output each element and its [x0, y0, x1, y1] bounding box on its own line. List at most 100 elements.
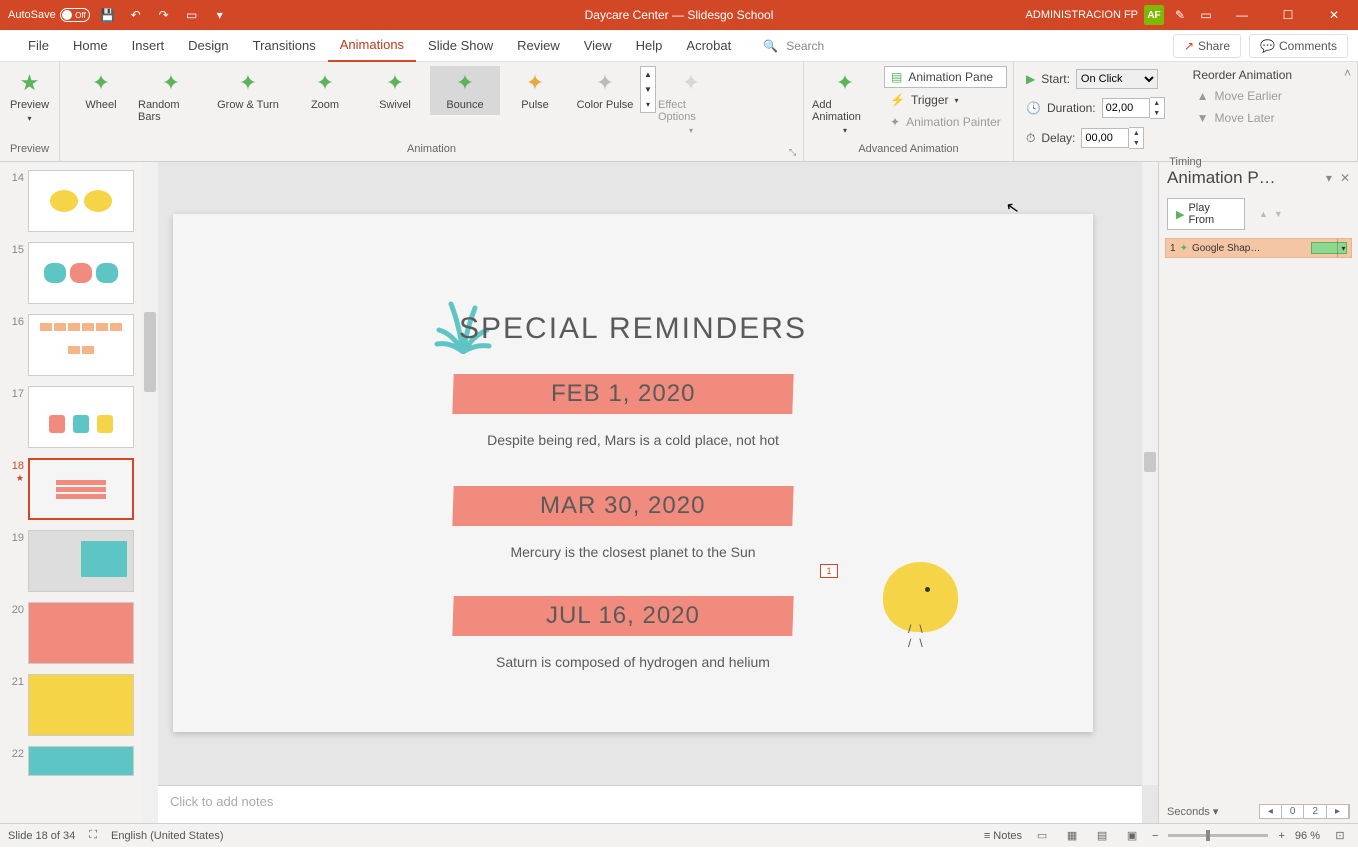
thumb-21[interactable]	[28, 674, 134, 736]
timeline-scale[interactable]: ◂02▸	[1259, 804, 1350, 819]
anim-color-pulse[interactable]: ✦Color Pulse	[570, 66, 640, 115]
thumb-14[interactable]	[28, 170, 134, 232]
thumb-22[interactable]	[28, 746, 134, 776]
thumb-20[interactable]	[28, 602, 134, 664]
thumb-scrollbar[interactable]	[142, 162, 158, 823]
maximize-icon[interactable]: ☐	[1268, 0, 1308, 30]
anim-grow-turn[interactable]: ✦Grow & Turn	[206, 66, 290, 115]
tab-insert[interactable]: Insert	[120, 30, 177, 62]
anim-swivel[interactable]: ✦Swivel	[360, 66, 430, 115]
effect-options-button[interactable]: ✦Effect Options▾	[656, 66, 726, 139]
move-earlier-button[interactable]: ▲Move Earlier	[1191, 86, 1294, 106]
anim-bounce[interactable]: ✦Bounce	[430, 66, 500, 115]
more-icon[interactable]: ▾	[641, 97, 655, 112]
display-options-icon[interactable]: ▭	[1196, 5, 1216, 25]
desc-2[interactable]: Mercury is the closest planet to the Sun	[173, 544, 1093, 560]
collapse-ribbon-icon[interactable]: ˄	[1344, 66, 1351, 80]
tab-review[interactable]: Review	[505, 30, 572, 62]
tab-view[interactable]: View	[572, 30, 624, 62]
delay-input[interactable]	[1081, 128, 1129, 148]
search-box[interactable]: 🔍 Search	[763, 39, 824, 53]
up-icon[interactable]: ▲	[641, 67, 655, 82]
seconds-label[interactable]: Seconds ▾	[1167, 805, 1218, 818]
editor-scrollbar[interactable]	[1142, 162, 1158, 785]
normal-view-icon[interactable]: ▭	[1032, 827, 1052, 845]
trigger-button[interactable]: ⚡Trigger▾	[884, 90, 1007, 110]
tab-home[interactable]: Home	[61, 30, 120, 62]
play-from-button[interactable]: ▶Play From	[1167, 198, 1245, 230]
animation-item[interactable]: 1 ✦ Google Shape… ▾	[1165, 238, 1352, 258]
slideshow-view-icon[interactable]: ▣	[1122, 827, 1142, 845]
zoom-level[interactable]: 96 %	[1295, 830, 1320, 842]
simplify-ribbon-icon[interactable]: ✎	[1170, 5, 1190, 25]
accessibility-icon[interactable]: ⛶	[89, 829, 97, 842]
spin-down-icon[interactable]: ▼	[1150, 108, 1164, 118]
tab-transitions[interactable]: Transitions	[241, 30, 328, 62]
duration-input[interactable]	[1102, 98, 1150, 118]
fit-window-icon[interactable]: ⊡	[1330, 827, 1350, 845]
slide-canvas[interactable]: SPECIAL REMINDERS FEB 1, 2020 Despite be…	[173, 214, 1093, 732]
zoom-slider[interactable]	[1168, 834, 1268, 837]
slide-counter[interactable]: Slide 18 of 34	[8, 830, 75, 842]
down-icon[interactable]: ▼	[641, 82, 655, 97]
user-avatar[interactable]: AF	[1144, 5, 1164, 25]
desc-1[interactable]: Despite being red, Mars is a cold place,…	[173, 432, 1093, 448]
anim-random-bars[interactable]: ✦Random Bars	[136, 66, 206, 127]
date-bar-3[interactable]: JUL 16, 2020	[452, 596, 793, 636]
preview-button[interactable]: ★Preview▾	[6, 66, 53, 127]
chick-shape[interactable]: /\ /\	[883, 562, 958, 632]
item-dropdown-icon[interactable]: ▾	[1337, 239, 1349, 257]
slide-editor[interactable]: SPECIAL REMINDERS FEB 1, 2020 Despite be…	[158, 162, 1158, 823]
slide-title[interactable]: SPECIAL REMINDERS	[173, 312, 1093, 346]
tab-design[interactable]: Design	[176, 30, 240, 62]
gallery-scroll[interactable]: ▲▼▾	[640, 66, 656, 113]
thumb-19[interactable]	[28, 530, 134, 592]
sorter-view-icon[interactable]: ▦	[1062, 827, 1082, 845]
language-button[interactable]: English (United States)	[111, 830, 224, 842]
dialog-launcher-icon[interactable]: ⤡	[789, 147, 801, 159]
anim-zoom[interactable]: ✦Zoom	[290, 66, 360, 115]
save-icon[interactable]: 💾	[98, 5, 118, 25]
move-down-icon[interactable]: ▼	[1274, 209, 1283, 219]
anim-pulse[interactable]: ✦Pulse	[500, 66, 570, 115]
move-later-button[interactable]: ▼Move Later	[1191, 108, 1294, 128]
present-icon[interactable]: ▭	[182, 5, 202, 25]
animation-painter-button[interactable]: ✦Animation Painter	[884, 112, 1007, 132]
animation-tag[interactable]: 1	[820, 564, 838, 578]
spin-up-icon[interactable]: ▲	[1129, 128, 1143, 138]
tab-help[interactable]: Help	[624, 30, 675, 62]
notes-input[interactable]: Click to add notes	[158, 785, 1142, 823]
animation-pane-button[interactable]: ▤Animation Pane	[884, 66, 1007, 88]
minimize-icon[interactable]: —	[1222, 0, 1262, 30]
spin-up-icon[interactable]: ▲	[1150, 98, 1164, 108]
thumb-15[interactable]	[28, 242, 134, 304]
date-bar-1[interactable]: FEB 1, 2020	[452, 374, 793, 414]
share-button[interactable]: ↗Share	[1173, 34, 1241, 58]
thumb-16[interactable]	[28, 314, 134, 376]
desc-3[interactable]: Saturn is composed of hydrogen and heliu…	[173, 654, 1093, 670]
reading-view-icon[interactable]: ▤	[1092, 827, 1112, 845]
zoom-out-icon[interactable]: −	[1152, 830, 1158, 842]
tab-file[interactable]: File	[16, 30, 61, 62]
slide-thumbnails[interactable]: 14 15 16 17 18★ 19 20 21 22	[0, 162, 158, 823]
undo-icon[interactable]: ↶	[126, 5, 146, 25]
tab-animations[interactable]: Animations	[328, 30, 416, 62]
move-up-icon[interactable]: ▲	[1259, 209, 1268, 219]
redo-icon[interactable]: ↷	[154, 5, 174, 25]
thumb-18[interactable]	[28, 458, 134, 520]
zoom-in-icon[interactable]: +	[1278, 830, 1284, 842]
qat-more-icon[interactable]: ▾	[210, 5, 230, 25]
tab-acrobat[interactable]: Acrobat	[674, 30, 743, 62]
start-select[interactable]: On Click	[1076, 69, 1158, 89]
spin-down-icon[interactable]: ▼	[1129, 138, 1143, 148]
comments-button[interactable]: 💬Comments	[1249, 34, 1348, 58]
thumb-17[interactable]	[28, 386, 134, 448]
anim-wheel[interactable]: ✦Wheel	[66, 66, 136, 115]
date-bar-2[interactable]: MAR 30, 2020	[452, 486, 793, 526]
notes-button[interactable]: ≡ Notes	[984, 830, 1022, 842]
tab-slideshow[interactable]: Slide Show	[416, 30, 505, 62]
pane-close-icon[interactable]: ✕	[1340, 171, 1350, 185]
pane-dropdown-icon[interactable]: ▾	[1326, 171, 1332, 185]
close-icon[interactable]: ✕	[1314, 0, 1354, 30]
autosave-toggle[interactable]: AutoSave Off	[8, 8, 90, 22]
